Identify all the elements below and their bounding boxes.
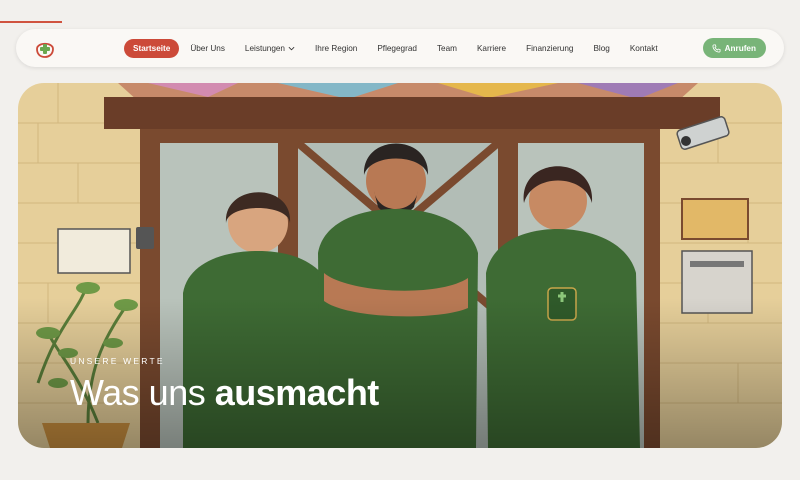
nav-team[interactable]: Team	[437, 44, 457, 53]
hero-banner: UNSERE WERTE Was uns ausmacht	[18, 83, 782, 448]
top-accent-line	[0, 21, 62, 23]
nav-leistungen-label: Leistungen	[244, 43, 285, 53]
nav-menu: Startseite Über Uns Leistungen Ihre Regi…	[124, 29, 678, 67]
nav-kontakt[interactable]: Kontakt	[630, 44, 658, 53]
hero-headline-regular: Was uns	[70, 372, 206, 413]
hero-headline-bold: ausmacht	[214, 372, 380, 413]
nav-ihre-region[interactable]: Ihre Region	[315, 44, 357, 53]
call-button[interactable]: Anrufen	[702, 38, 766, 58]
nav-finanzierung[interactable]: Finanzierung	[526, 44, 573, 53]
main-navbar: Startseite Über Uns Leistungen Ihre Regi…	[16, 29, 784, 67]
nav-ueber-uns[interactable]: Über Uns	[190, 44, 225, 53]
nav-startseite[interactable]: Startseite	[124, 38, 180, 58]
nav-blog[interactable]: Blog	[593, 44, 609, 53]
nav-leistungen[interactable]: Leistungen	[245, 44, 295, 53]
call-button-label: Anrufen	[724, 43, 756, 53]
nav-karriere[interactable]: Karriere	[477, 44, 506, 53]
medical-cross-logo-icon[interactable]	[34, 38, 56, 58]
chevron-down-icon	[288, 46, 295, 50]
hero-eyebrow: UNSERE WERTE	[70, 356, 165, 366]
nav-pflegegrad[interactable]: Pflegegrad	[377, 44, 417, 53]
phone-icon	[712, 43, 721, 53]
hero-headline: Was uns ausmacht	[70, 372, 379, 414]
